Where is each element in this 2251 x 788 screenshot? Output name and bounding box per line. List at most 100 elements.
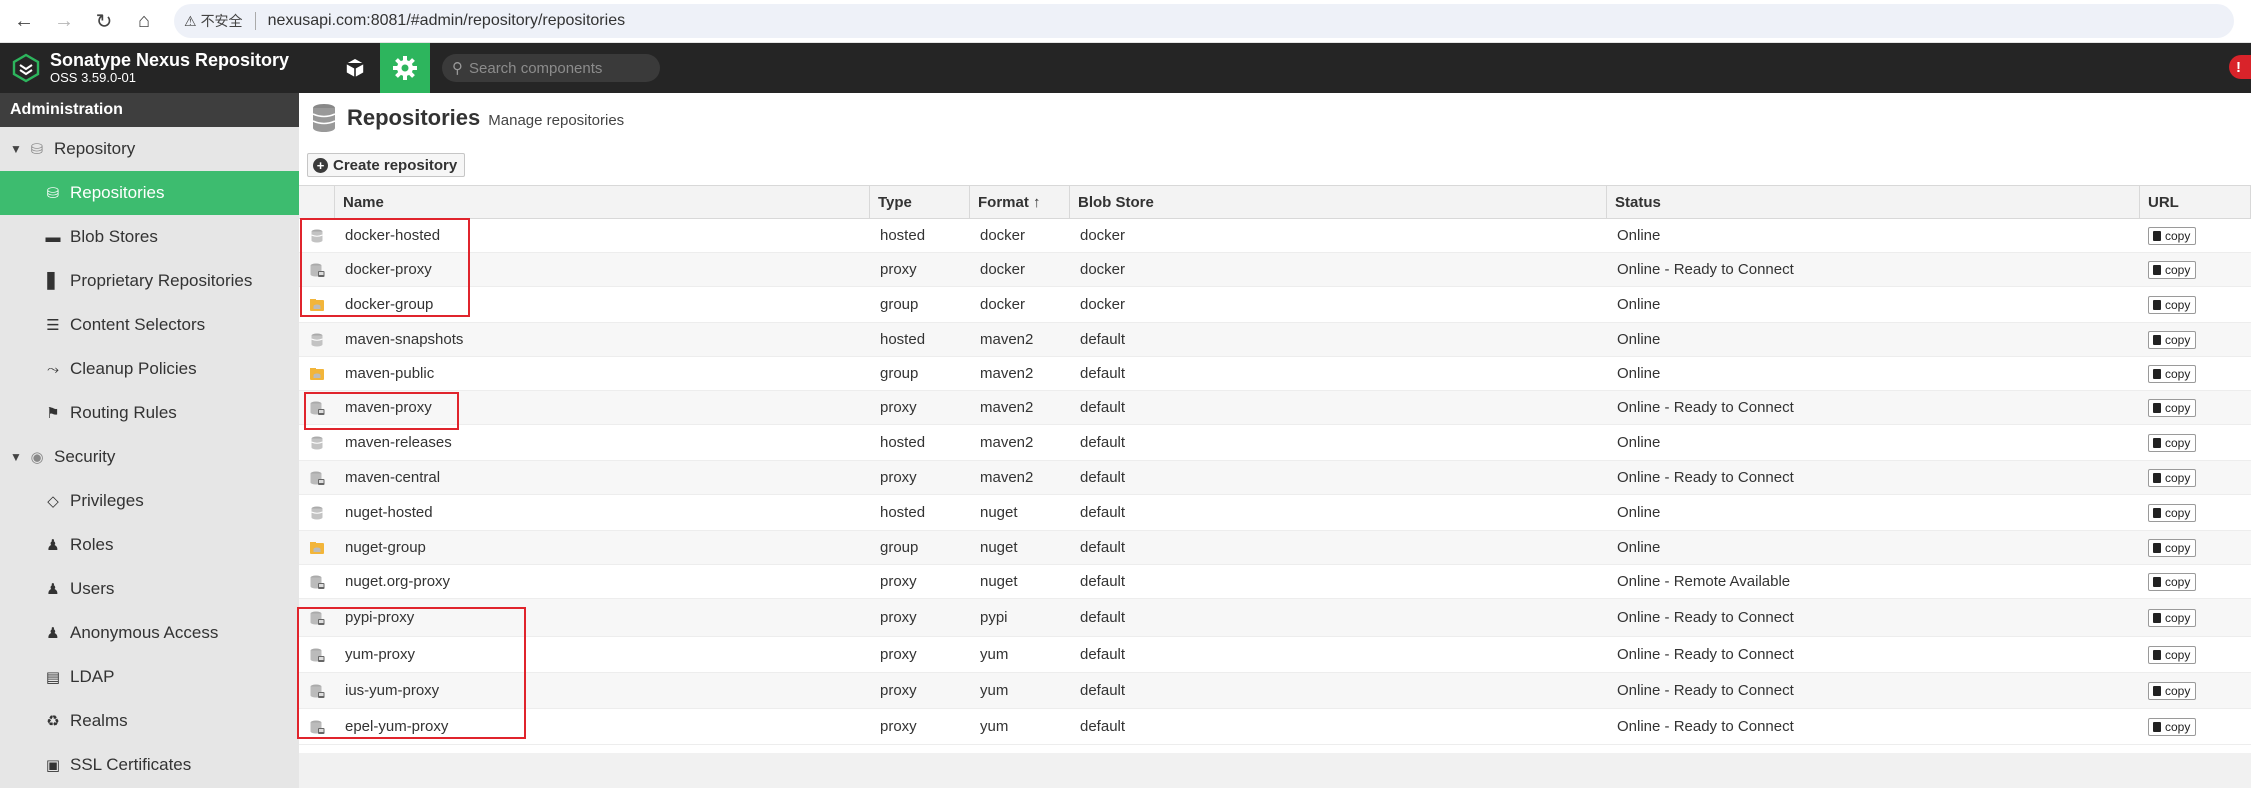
column-header-blob-store[interactable]: Blob Store [1070,186,1607,218]
sidebar-item-cleanup-policies[interactable]: ⤳ Cleanup Policies [0,347,299,391]
sidebar-item-ssl-certificates[interactable]: ▣ SSL Certificates [0,743,299,787]
table-row[interactable]: maven-snapshots hosted maven2 default Online… [299,323,2251,357]
row-icon-cell [299,683,335,699]
clipboard-icon [2153,685,2161,696]
table-row[interactable]: maven-public group maven2 default Online copy [299,357,2251,391]
sidebar-item-blob-stores[interactable]: ▬ Blob Stores [0,215,299,259]
sidebar-item-routing-rules[interactable]: ⚑ Routing Rules [0,391,299,435]
column-header-name[interactable]: Name [335,186,870,218]
table-row[interactable]: maven-proxy proxy maven2 default Online - Re… [299,391,2251,425]
proxy-repository-icon [310,401,325,415]
cell-status: Online [1617,504,1661,521]
browse-cube-icon[interactable] [330,43,380,93]
sidebar-item-label: Privileges [70,491,144,510]
column-header-format[interactable]: Format ↑ [970,186,1070,218]
plus-circle-icon: + [313,157,328,173]
copy-url-button[interactable]: copy [2148,295,2197,314]
sidebar-item-anonymous-access[interactable]: ♟ Anonymous Access [0,611,299,655]
proxy-repository-icon [310,575,325,589]
forward-arrow-icon[interactable]: → [48,5,80,37]
row-icon-cell [299,470,335,486]
cell-status: Online [1617,539,1661,556]
copy-label: copy [2165,683,2191,698]
sidebar-item-proprietary-repositories[interactable]: ▋ Proprietary Repositories [0,259,299,303]
cell-format: docker [980,227,1026,244]
group-repository-icon [310,541,324,554]
cell-type: proxy [880,573,917,590]
copy-url-button[interactable]: copy [2148,226,2197,245]
sidebar-item-security[interactable]: ▼ ◉ Security [0,435,299,479]
column-header-status[interactable]: Status [1607,186,2140,218]
copy-url-button[interactable]: copy [2148,717,2197,736]
cell-name: epel-yum-proxy [345,718,449,735]
chevron-down-icon[interactable]: ▼ [10,142,26,156]
copy-url-button[interactable]: copy [2148,538,2197,557]
cell-blob: default [1080,646,1126,663]
table-row[interactable]: epel-yum-proxy proxy yum default Online - Re… [299,709,2251,745]
copy-url-button[interactable]: copy [2148,645,2197,664]
cell-type: proxy [880,718,917,735]
clipboard-icon [2153,264,2161,275]
table-row[interactable]: nuget.org-proxy proxy nuget default Online -… [299,565,2251,599]
sidebar-item-privileges[interactable]: ◇ Privileges [0,479,299,523]
copy-url-button[interactable]: copy [2148,398,2197,417]
table-row[interactable]: docker-group group docker docker Online copy [299,287,2251,323]
signpost-icon: ⚑ [46,405,60,422]
row-icon-cell [299,540,335,556]
table-row[interactable]: maven-releases hosted maven2 default Online c… [299,425,2251,461]
address-bar[interactable]: ⚠ 不安全 nexusapi.com:8081/#admin/repositor… [174,4,2234,38]
table-row[interactable]: maven-central proxy maven2 default Online - … [299,461,2251,495]
sidebar-item-roles[interactable]: ♟ Roles [0,523,299,567]
copy-url-button[interactable]: copy [2148,260,2197,279]
reload-icon[interactable]: ↻ [88,5,120,37]
sidebar-item-label: LDAP [70,667,115,686]
sidebar-item-label: Roles [70,535,114,554]
copy-url-button[interactable]: copy [2148,433,2197,452]
table-row[interactable]: nuget-hosted hosted nuget default Online copy [299,495,2251,531]
create-repository-button[interactable]: + Create repository [307,153,466,177]
table-row[interactable]: nuget-group group nuget default Online copy [299,531,2251,565]
copy-url-button[interactable]: copy [2148,503,2197,522]
sidebar-item-content-selectors[interactable]: ☰ Content Selectors [0,303,299,347]
sonatype-logo-icon [6,43,46,93]
alert-badge[interactable]: ! [2229,55,2251,79]
copy-url-button[interactable]: copy [2148,330,2197,349]
proxy-repository-icon [310,263,325,277]
app-name: Sonatype Nexus Repository [50,50,290,70]
search-input[interactable]: ⚲ Search components [442,54,660,82]
sidebar-item-label: Repositories [70,183,165,202]
main-content: Repositories Manage repositories + Creat… [297,93,2251,788]
group-repository-icon [310,367,324,380]
cell-name: maven-public [345,365,435,382]
column-header-type[interactable]: Type [870,186,970,218]
copy-url-button[interactable]: copy [2148,681,2197,700]
cell-name: maven-snapshots [345,331,464,348]
column-header-url[interactable]: URL [2140,186,2251,218]
row-icon-cell [299,719,335,735]
cell-type: hosted [880,227,926,244]
back-arrow-icon[interactable]: ← [8,5,40,37]
table-row[interactable]: docker-hosted hosted docker docker Online cop… [299,219,2251,253]
copy-url-button[interactable]: copy [2148,608,2197,627]
admin-sidebar: Administration ▼ ⛁ Repository ⛁ Repositories… [0,93,299,788]
row-icon-cell [299,400,335,416]
sidebar-item-repositories[interactable]: ⛁ Repositories [0,171,299,215]
sidebar-item-repository[interactable]: ▼ ⛁ Repository [0,127,299,171]
proxy-repository-icon [310,684,325,698]
sidebar-item-realms[interactable]: ♻ Realms [0,699,299,743]
clipboard-icon [2153,368,2161,379]
copy-url-button[interactable]: copy [2148,468,2197,487]
home-icon[interactable]: ⌂ [128,5,160,37]
copy-url-button[interactable]: copy [2148,364,2197,383]
chevron-down-icon[interactable]: ▼ [10,450,26,464]
sidebar-item-users[interactable]: ♟ Users [0,567,299,611]
copy-label: copy [2165,297,2191,312]
sidebar-item-ldap[interactable]: ▤ LDAP [0,655,299,699]
cell-status: Online - Ready to Connect [1617,469,1794,486]
table-row[interactable]: pypi-proxy proxy pypi default Online - Ready… [299,599,2251,637]
table-row[interactable]: ius-yum-proxy proxy yum default Online - Rea… [299,673,2251,709]
copy-url-button[interactable]: copy [2148,572,2197,591]
table-row[interactable]: docker-proxy proxy docker docker Online - Re… [299,253,2251,287]
admin-gear-icon[interactable] [380,43,430,93]
table-row[interactable]: yum-proxy proxy yum default Online - Ready t… [299,637,2251,673]
